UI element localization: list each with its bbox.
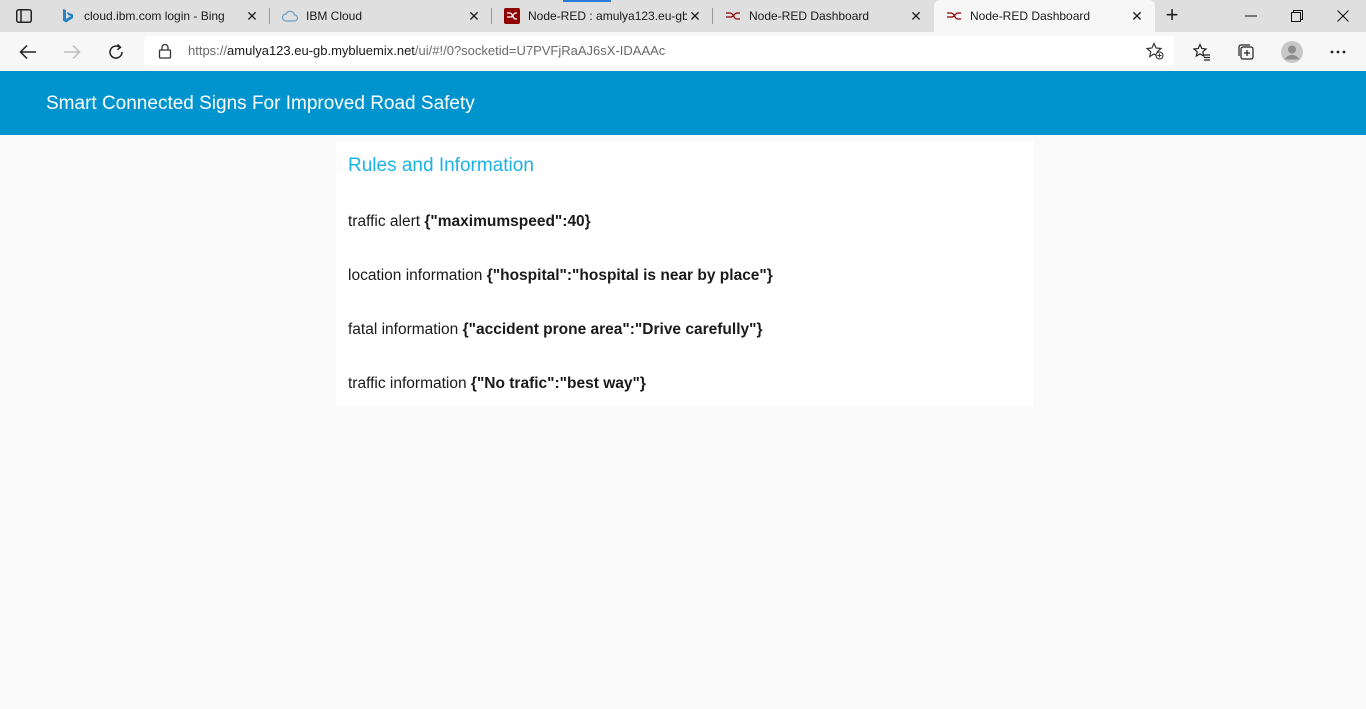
row-label: traffic information [348, 375, 467, 392]
row-label: traffic alert [348, 213, 421, 230]
row-label: fatal information [348, 321, 459, 338]
url-host: amulya123.eu-gb.mybluemix.net [227, 43, 415, 58]
row-label: location information [348, 267, 483, 284]
back-button[interactable] [13, 37, 43, 67]
close-icon[interactable]: ✕ [1129, 8, 1145, 24]
card-title: Rules and Information [348, 155, 534, 176]
url-path: /ui/#!/0?socketid=U7PVFjRaAJ6sX-IDAAAc [414, 43, 666, 58]
profile-avatar[interactable] [1277, 37, 1307, 67]
tab-title: IBM Cloud [306, 9, 363, 23]
cloud-icon [282, 8, 298, 24]
tab-title: Node-RED Dashboard [749, 9, 870, 23]
node-red-icon [946, 8, 962, 24]
close-icon[interactable]: ✕ [908, 8, 924, 24]
more-menu-button[interactable] [1323, 37, 1353, 67]
collections-button[interactable] [1231, 37, 1261, 67]
tab-node-red-dashboard[interactable]: Node-RED Dashboard ✕ [713, 0, 934, 32]
tab-ibm-cloud[interactable]: IBM Cloud ✕ [270, 0, 492, 32]
url-prefix: https:// [188, 43, 228, 58]
row-value: {"accident prone area":"Drive carefully"… [462, 321, 763, 338]
tab-title: Node-RED Dashboard [970, 9, 1091, 23]
tab-loading-indicator [563, 0, 611, 2]
rules-card: Rules and Information traffic alert {"ma… [336, 141, 1033, 407]
dashboard-header: Smart Connected Signs For Improved Road … [0, 71, 1366, 135]
info-row-location: location information {"hospital":"hospit… [348, 267, 773, 285]
lock-icon[interactable] [158, 43, 174, 59]
refresh-button[interactable] [101, 37, 131, 67]
info-row-traffic-info: traffic information {"No trafic":"best w… [348, 375, 646, 393]
tab-actions-icon[interactable] [10, 7, 38, 25]
tab-bing[interactable]: cloud.ibm.com login - Bing ✕ [48, 0, 270, 32]
tab-node-red-dashboard-active[interactable]: Node-RED Dashboard ✕ [934, 0, 1155, 32]
close-window-button[interactable] [1320, 0, 1366, 32]
close-icon[interactable]: ✕ [687, 8, 703, 24]
address-bar[interactable]: https://amulya123.eu-gb.mybluemix.net/ui… [144, 36, 1174, 66]
tab-node-red-editor[interactable]: Node-RED : amulya123.eu-gb ✕ [492, 0, 713, 32]
restore-button[interactable] [1274, 0, 1320, 32]
url-text: https://amulya123.eu-gb.mybluemix.net/ui… [188, 43, 665, 58]
row-value: {"No trafic":"best way"} [470, 375, 646, 392]
tab-strip: cloud.ibm.com login - Bing ✕ IBM Cloud ✕… [0, 0, 1366, 32]
favorites-button[interactable] [1187, 37, 1217, 67]
info-row-traffic-alert: traffic alert {"maximumspeed":40} [348, 213, 591, 231]
close-icon[interactable]: ✕ [244, 8, 260, 24]
node-red-icon [725, 8, 741, 24]
row-value: {"maximumspeed":40} [424, 213, 591, 230]
minimize-button[interactable] [1228, 0, 1274, 32]
bing-icon [60, 8, 76, 24]
node-red-icon [504, 8, 520, 24]
add-favorite-icon[interactable] [1145, 42, 1164, 60]
tab-title: cloud.ibm.com login - Bing [84, 9, 225, 23]
info-row-fatal: fatal information {"accident prone area"… [348, 321, 763, 339]
browser-toolbar: https://amulya123.eu-gb.mybluemix.net/ui… [0, 32, 1366, 71]
new-tab-button[interactable]: + [1160, 4, 1184, 28]
page-title: Smart Connected Signs For Improved Road … [46, 93, 475, 114]
forward-button[interactable] [57, 37, 87, 67]
tab-title: Node-RED : amulya123.eu-gb [528, 9, 687, 23]
row-value: {"hospital":"hospital is near by place"} [486, 267, 773, 284]
close-icon[interactable]: ✕ [466, 8, 482, 24]
